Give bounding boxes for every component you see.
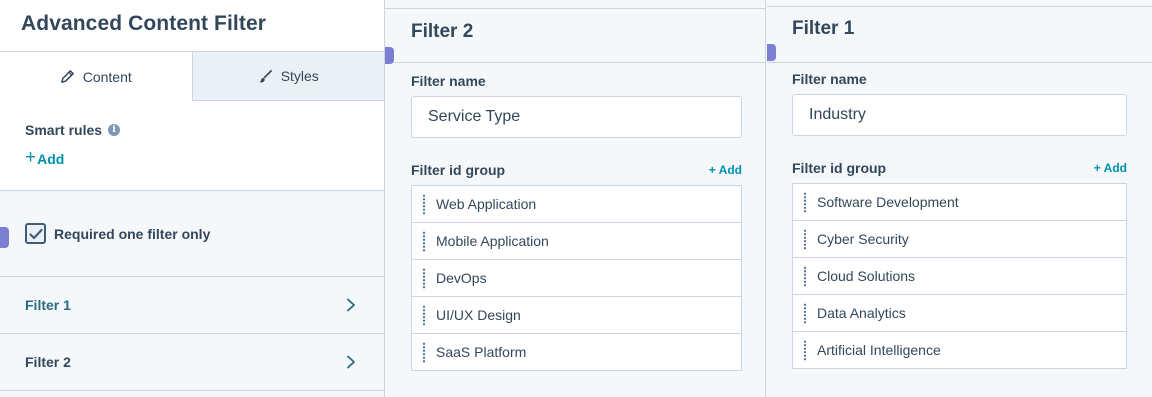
required-filter-section: Required one filter only [0,191,384,277]
filter-id-group-label: Filter id group [792,160,887,176]
pencil-icon [60,70,74,83]
filter-id-group-header: Filter id group + Add [792,160,1127,176]
drag-handle-icon[interactable] [422,341,426,363]
list-item[interactable]: Artificial Intelligence [793,332,1126,368]
drag-handle-icon[interactable] [422,230,426,252]
sidebar-item-filter-1-label: Filter 1 [25,297,71,313]
info-icon[interactable]: i [108,124,121,136]
filter-id-list: Software Development Cyber Security Clou… [792,183,1127,369]
chevron-right-icon [347,298,355,312]
filter-name-input[interactable]: Industry [792,94,1127,136]
list-item[interactable]: Software Development [793,184,1126,221]
checkmark-icon [28,228,43,239]
filter-name-input[interactable]: Service Type [411,96,742,138]
plus-icon: + [25,147,37,168]
sidebar-title: Advanced Content Filter [21,12,266,35]
filter-id-group-label: Filter id group [411,162,506,178]
filter-1-panel: Filter 1 Filter name Industry Filter id … [767,0,1152,397]
tab-styles-label: Styles [280,68,319,84]
sidebar-item-filter-2[interactable]: Filter 2 [0,334,384,391]
filter-name-label: Filter name [411,73,486,89]
sidebar-header: Advanced Content Filter [0,0,384,52]
list-item[interactable]: Mobile Application [412,223,741,260]
list-item[interactable]: UI/UX Design [412,297,741,334]
list-item-label: Cloud Solutions [817,268,916,284]
smart-rules-label: Smart rules i [25,122,384,138]
drag-handle-icon[interactable] [422,304,426,326]
tab-content[interactable]: Content [0,52,193,101]
brush-icon [259,69,272,82]
drag-handle-icon[interactable] [803,302,807,324]
drag-handle-icon[interactable] [803,265,807,287]
list-item-label: Software Development [817,194,959,210]
list-item-label: UI/UX Design [436,307,521,323]
filter-2-body: Filter name Service Type Filter id group… [411,73,742,371]
filter-1-body: Filter name Industry Filter id group + A… [792,71,1127,369]
required-filter-checkbox[interactable] [25,223,46,244]
list-item-label: Cyber Security [817,231,909,247]
sidebar: Advanced Content Filter Content Styles S… [0,0,385,397]
list-item[interactable]: Cyber Security [793,221,1126,258]
required-filter-label: Required one filter only [54,225,211,242]
drag-handle-icon[interactable] [803,339,807,361]
filter-1-title: Filter 1 [792,18,855,39]
sidebar-item-filter-2-label: Filter 2 [25,354,71,370]
filter-2-panel: Filter 2 Filter name Service Type Filter… [385,0,766,397]
list-item[interactable]: SaaS Platform [412,334,741,370]
panel-marker[interactable] [767,44,776,61]
list-item[interactable]: Data Analytics [793,295,1126,332]
filter-2-header: Filter 2 [385,8,765,64]
panel-marker[interactable] [385,47,394,64]
smart-rules-section: Smart rules i + Add [0,101,384,191]
list-item-label: Web Application [436,196,537,212]
drag-handle-icon[interactable] [422,193,426,215]
smart-rules-text: Smart rules [25,122,103,138]
add-filter-id-button[interactable]: + Add [1094,161,1127,175]
tab-styles[interactable]: Styles [192,52,384,101]
list-item[interactable]: Web Application [412,186,741,223]
drag-handle-icon[interactable] [803,228,807,250]
list-item[interactable]: DevOps [412,260,741,297]
filter-1-header: Filter 1 [767,6,1152,63]
list-item-label: Data Analytics [817,305,906,321]
add-filter-id-button[interactable]: + Add [709,163,742,177]
collapse-handle[interactable] [0,227,9,248]
tab-content-label: Content [82,68,132,85]
filter-name-label: Filter name [792,71,867,87]
filter-2-title: Filter 2 [411,21,474,42]
sidebar-item-filter-1[interactable]: Filter 1 [0,277,384,334]
list-item[interactable]: Cloud Solutions [793,258,1126,295]
add-smart-rule-button[interactable]: + Add [25,147,384,168]
list-item-label: SaaS Platform [436,344,527,360]
drag-handle-icon[interactable] [422,267,426,289]
drag-handle-icon[interactable] [803,191,807,213]
list-item-label: Artificial Intelligence [817,342,941,358]
chevron-right-icon [347,355,355,369]
filter-id-list: Web Application Mobile Application DevOp… [411,185,742,371]
filter-id-group-header: Filter id group + Add [411,162,742,178]
add-smart-rule-label: Add [37,150,65,167]
list-item-label: Mobile Application [436,233,549,249]
list-item-label: DevOps [436,270,487,286]
tab-bar: Content Styles [0,52,384,101]
